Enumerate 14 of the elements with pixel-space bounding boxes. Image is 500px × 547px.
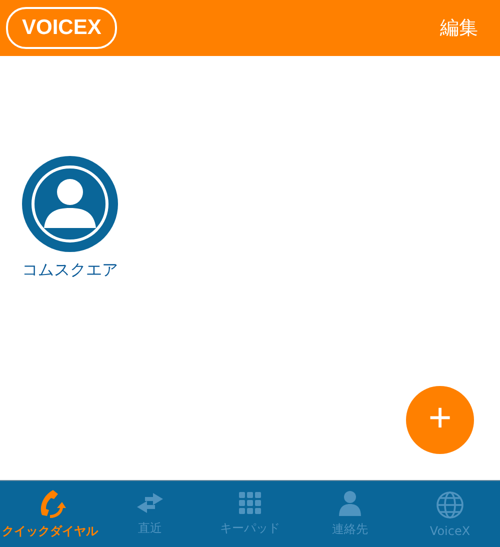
add-button[interactable]: + — [406, 386, 474, 454]
tab[interactable]: VoiceX — [400, 481, 500, 547]
tab[interactable]: 直近 — [100, 481, 200, 547]
globe-icon — [436, 490, 464, 518]
logo: VOICEX — [6, 7, 118, 49]
tab[interactable]: 連絡先 — [300, 481, 400, 547]
keypad-icon — [238, 491, 262, 515]
person-icon — [339, 490, 361, 516]
tab[interactable]: キーパッド — [200, 481, 300, 547]
edit-button[interactable]: 編集 — [440, 15, 478, 41]
avatar-icon — [22, 156, 118, 252]
tab[interactable]: クイックダイヤル — [0, 481, 100, 547]
quick-dial-contact[interactable]: コムスクエア — [22, 156, 118, 480]
arrows-icon — [135, 491, 165, 515]
